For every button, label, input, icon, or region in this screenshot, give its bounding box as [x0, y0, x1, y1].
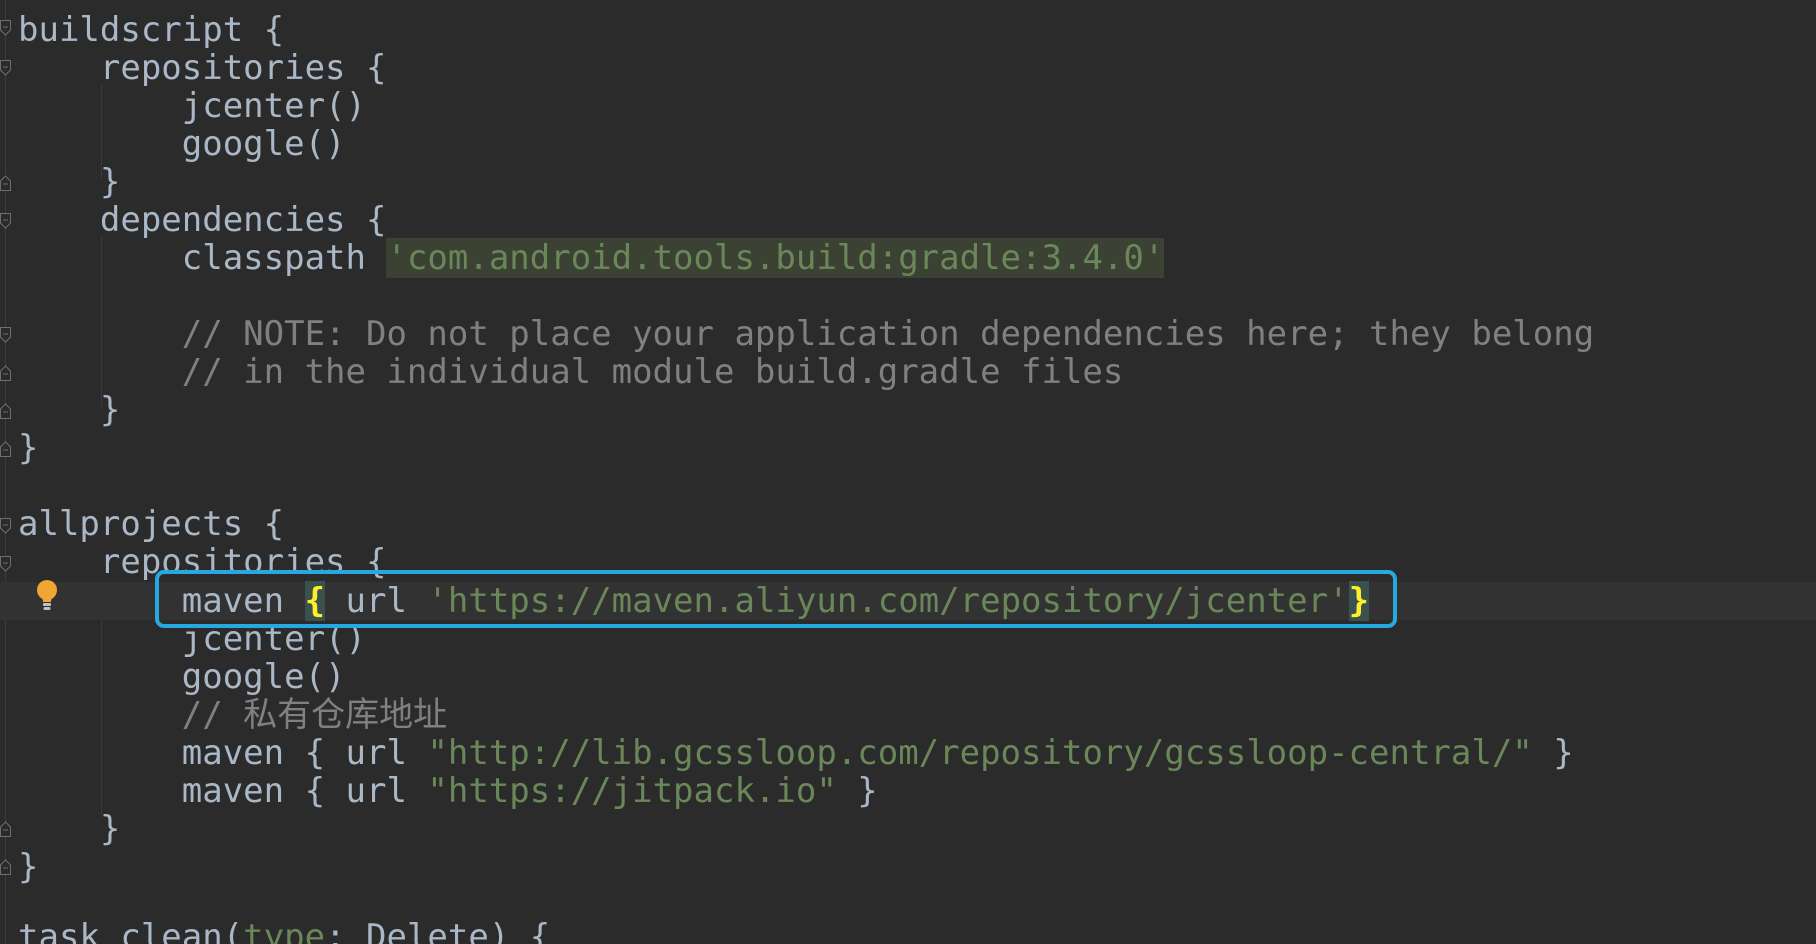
- code-text: classpath: [18, 238, 387, 278]
- string-literal: "https://jitpack.io": [427, 771, 837, 811]
- code-text: dependencies {: [18, 200, 387, 240]
- code-comment: // NOTE: Do not place your application d…: [18, 314, 1595, 354]
- code-line[interactable]: // NOTE: Do not place your application d…: [18, 315, 1594, 353]
- fold-marker-icon[interactable]: [0, 821, 11, 837]
- code-text: buildscript {: [18, 10, 285, 50]
- code-text: }: [1532, 733, 1574, 773]
- fold-marker-icon[interactable]: [0, 518, 11, 534]
- code-text: }: [18, 390, 121, 430]
- code-text: }: [18, 428, 39, 468]
- code-line[interactable]: }: [18, 391, 120, 429]
- fold-marker-icon[interactable]: [0, 441, 11, 457]
- code-text: maven { url: [18, 771, 428, 811]
- fold-marker-icon[interactable]: [0, 403, 11, 419]
- code-comment: // 私有仓库地址: [18, 695, 448, 735]
- editor-gutter: [0, 0, 14, 944]
- string-literal: "http://lib.gcssloop.com/repository/gcss…: [427, 733, 1533, 773]
- fold-marker-icon[interactable]: [0, 175, 11, 191]
- code-line[interactable]: task clean(type: Delete) {: [18, 918, 550, 944]
- string-literal: 'com.android.tools.build:gradle:3.4.0': [386, 238, 1165, 278]
- annotation-highlight-box: [155, 570, 1397, 628]
- code-line[interactable]: google(): [18, 658, 346, 696]
- code-text: maven { url: [18, 733, 428, 773]
- fold-marker-icon[interactable]: [0, 327, 11, 343]
- code-line[interactable]: maven { url "http://lib.gcssloop.com/rep…: [18, 734, 1574, 772]
- code-line[interactable]: }: [18, 848, 38, 886]
- code-text: }: [18, 162, 121, 202]
- code-text: : Delete) {: [325, 917, 551, 944]
- code-line[interactable]: classpath 'com.android.tools.build:gradl…: [18, 238, 1165, 278]
- code-line[interactable]: }: [18, 429, 38, 467]
- lightbulb-icon[interactable]: [35, 578, 59, 612]
- code-line[interactable]: repositories {: [18, 48, 387, 88]
- gutter-divider: [5, 0, 6, 944]
- code-line[interactable]: }: [18, 810, 120, 848]
- code-text: jcenter(): [18, 86, 366, 126]
- code-line[interactable]: maven { url "https://jitpack.io" }: [18, 772, 878, 810]
- code-text: google(): [18, 124, 346, 164]
- fold-marker-icon[interactable]: [0, 556, 11, 572]
- code-text: task clean(: [18, 917, 244, 944]
- code-text: }: [18, 847, 39, 887]
- code-editor[interactable]: buildscript { repositories { jcenter() g…: [0, 0, 1816, 944]
- fold-marker-icon[interactable]: [0, 60, 11, 76]
- fold-marker-icon[interactable]: [0, 365, 11, 381]
- code-line[interactable]: dependencies {: [18, 200, 387, 240]
- fold-marker-icon[interactable]: [0, 213, 11, 229]
- code-line[interactable]: jcenter(): [18, 87, 366, 125]
- code-text: }: [18, 809, 121, 849]
- code-comment: // in the individual module build.gradle…: [18, 352, 1124, 392]
- code-line[interactable]: google(): [18, 125, 346, 163]
- code-line[interactable]: // in the individual module build.gradle…: [18, 352, 1124, 392]
- code-text: google(): [18, 657, 346, 697]
- code-line[interactable]: buildscript {: [18, 11, 284, 49]
- fold-marker-icon[interactable]: [0, 859, 11, 875]
- code-line[interactable]: }: [18, 163, 120, 201]
- code-text: allprojects {: [18, 504, 285, 544]
- parameter-hint: type: [243, 917, 326, 944]
- code-text: repositories {: [18, 48, 387, 88]
- code-line[interactable]: // 私有仓库地址: [18, 696, 447, 734]
- code-text: }: [836, 771, 878, 811]
- fold-marker-icon[interactable]: [0, 20, 11, 36]
- code-line[interactable]: allprojects {: [18, 505, 284, 543]
